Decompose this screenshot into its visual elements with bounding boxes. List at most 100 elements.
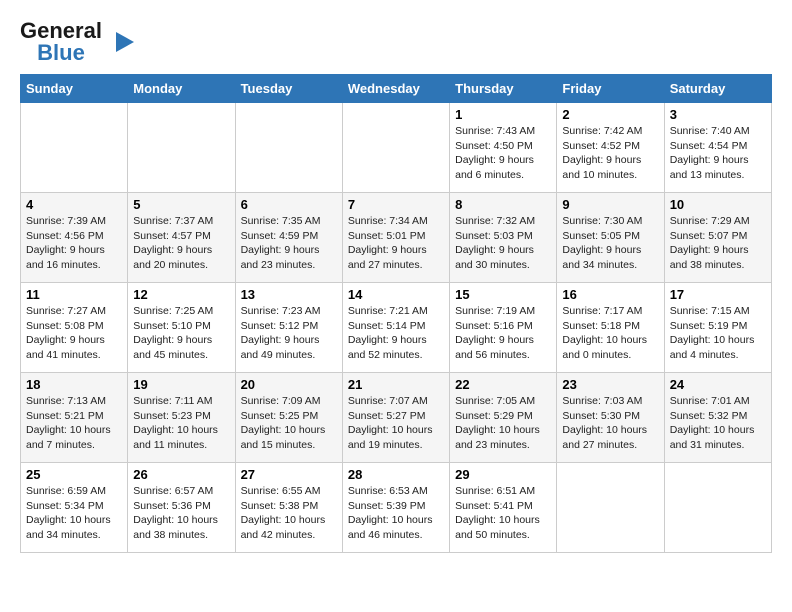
day-info: Sunrise: 7:07 AMSunset: 5:27 PMDaylight:… — [348, 394, 444, 453]
day-number: 28 — [348, 467, 444, 482]
calendar-cell: 22 Sunrise: 7:05 AMSunset: 5:29 PMDayligh… — [450, 373, 557, 463]
calendar-cell: 20 Sunrise: 7:09 AMSunset: 5:25 PMDayligh… — [235, 373, 342, 463]
day-info: Sunrise: 7:42 AMSunset: 4:52 PMDaylight:… — [562, 124, 658, 183]
day-info: Sunrise: 7:13 AMSunset: 5:21 PMDaylight:… — [26, 394, 122, 453]
weekday-header-friday: Friday — [557, 75, 664, 103]
day-info: Sunrise: 7:17 AMSunset: 5:18 PMDaylight:… — [562, 304, 658, 363]
day-number: 20 — [241, 377, 337, 392]
day-info: Sunrise: 7:34 AMSunset: 5:01 PMDaylight:… — [348, 214, 444, 273]
day-number: 7 — [348, 197, 444, 212]
day-number: 22 — [455, 377, 551, 392]
day-number: 12 — [133, 287, 229, 302]
day-info: Sunrise: 7:03 AMSunset: 5:30 PMDaylight:… — [562, 394, 658, 453]
calendar-cell: 26 Sunrise: 6:57 AMSunset: 5:36 PMDayligh… — [128, 463, 235, 553]
day-info: Sunrise: 7:40 AMSunset: 4:54 PMDaylight:… — [670, 124, 766, 183]
day-info: Sunrise: 7:05 AMSunset: 5:29 PMDaylight:… — [455, 394, 551, 453]
calendar-cell: 29Sunrise: 6:51 AMSunset: 5:41 PMDayligh… — [450, 463, 557, 553]
calendar-cell — [664, 463, 771, 553]
day-info: Sunrise: 7:32 AMSunset: 5:03 PMDaylight:… — [455, 214, 551, 273]
calendar-cell: 5 Sunrise: 7:37 AMSunset: 4:57 PMDaylight… — [128, 193, 235, 283]
day-number: 11 — [26, 287, 122, 302]
day-number: 3 — [670, 107, 766, 122]
day-info: Sunrise: 7:15 AMSunset: 5:19 PMDaylight:… — [670, 304, 766, 363]
weekday-header-wednesday: Wednesday — [342, 75, 449, 103]
day-number: 16 — [562, 287, 658, 302]
day-number: 1 — [455, 107, 551, 122]
calendar-cell: 12 Sunrise: 7:25 AMSunset: 5:10 PMDayligh… — [128, 283, 235, 373]
weekday-header-thursday: Thursday — [450, 75, 557, 103]
calendar-cell: 15 Sunrise: 7:19 AMSunset: 5:16 PMDayligh… — [450, 283, 557, 373]
day-info: Sunrise: 7:35 AMSunset: 4:59 PMDaylight:… — [241, 214, 337, 273]
calendar-cell: 18 Sunrise: 7:13 AMSunset: 5:21 PMDayligh… — [21, 373, 128, 463]
weekday-header-monday: Monday — [128, 75, 235, 103]
day-number: 14 — [348, 287, 444, 302]
day-info: Sunrise: 7:27 AMSunset: 5:08 PMDaylight:… — [26, 304, 122, 363]
day-number: 23 — [562, 377, 658, 392]
calendar-cell: 28 Sunrise: 6:53 AMSunset: 5:39 PMDayligh… — [342, 463, 449, 553]
day-number: 17 — [670, 287, 766, 302]
calendar-cell: 17 Sunrise: 7:15 AMSunset: 5:19 PMDayligh… — [664, 283, 771, 373]
calendar-cell: 2 Sunrise: 7:42 AMSunset: 4:52 PMDaylight… — [557, 103, 664, 193]
page-header: General Blue — [20, 20, 772, 64]
calendar-cell — [128, 103, 235, 193]
day-info: Sunrise: 6:57 AMSunset: 5:36 PMDaylight:… — [133, 484, 229, 543]
weekday-header-sunday: Sunday — [21, 75, 128, 103]
calendar-cell: 1 Sunrise: 7:43 AMSunset: 4:50 PMDaylight… — [450, 103, 557, 193]
calendar-table: SundayMondayTuesdayWednesdayThursdayFrid… — [20, 74, 772, 553]
day-number: 29 — [455, 467, 551, 482]
day-number: 26 — [133, 467, 229, 482]
calendar-cell: 8 Sunrise: 7:32 AMSunset: 5:03 PMDaylight… — [450, 193, 557, 283]
day-number: 5 — [133, 197, 229, 212]
day-number: 15 — [455, 287, 551, 302]
day-number: 6 — [241, 197, 337, 212]
day-info: Sunrise: 7:39 AMSunset: 4:56 PMDaylight:… — [26, 214, 122, 273]
calendar-cell: 3 Sunrise: 7:40 AMSunset: 4:54 PMDaylight… — [664, 103, 771, 193]
day-number: 2 — [562, 107, 658, 122]
calendar-cell — [342, 103, 449, 193]
calendar-cell: 6 Sunrise: 7:35 AMSunset: 4:59 PMDaylight… — [235, 193, 342, 283]
day-number: 4 — [26, 197, 122, 212]
weekday-header-tuesday: Tuesday — [235, 75, 342, 103]
calendar-cell: 16 Sunrise: 7:17 AMSunset: 5:18 PMDayligh… — [557, 283, 664, 373]
logo-icon — [106, 28, 134, 56]
day-info: Sunrise: 6:59 AMSunset: 5:34 PMDaylight:… — [26, 484, 122, 543]
calendar-cell: 25Sunrise: 6:59 AMSunset: 5:34 PMDayligh… — [21, 463, 128, 553]
weekday-header-saturday: Saturday — [664, 75, 771, 103]
day-info: Sunrise: 7:21 AMSunset: 5:14 PMDaylight:… — [348, 304, 444, 363]
day-info: Sunrise: 7:09 AMSunset: 5:25 PMDaylight:… — [241, 394, 337, 453]
day-info: Sunrise: 7:19 AMSunset: 5:16 PMDaylight:… — [455, 304, 551, 363]
day-info: Sunrise: 7:01 AMSunset: 5:32 PMDaylight:… — [670, 394, 766, 453]
calendar-cell: 11 Sunrise: 7:27 AMSunset: 5:08 PMDayligh… — [21, 283, 128, 373]
calendar-cell: 7 Sunrise: 7:34 AMSunset: 5:01 PMDaylight… — [342, 193, 449, 283]
day-number: 21 — [348, 377, 444, 392]
day-info: Sunrise: 7:11 AMSunset: 5:23 PMDaylight:… — [133, 394, 229, 453]
calendar-cell: 23 Sunrise: 7:03 AMSunset: 5:30 PMDayligh… — [557, 373, 664, 463]
calendar-cell: 9 Sunrise: 7:30 AMSunset: 5:05 PMDaylight… — [557, 193, 664, 283]
day-info: Sunrise: 7:43 AMSunset: 4:50 PMDaylight:… — [455, 124, 551, 183]
day-info: Sunrise: 7:25 AMSunset: 5:10 PMDaylight:… — [133, 304, 229, 363]
day-info: Sunrise: 7:23 AMSunset: 5:12 PMDaylight:… — [241, 304, 337, 363]
calendar-cell: 10 Sunrise: 7:29 AMSunset: 5:07 PMDayligh… — [664, 193, 771, 283]
calendar-cell — [21, 103, 128, 193]
calendar-cell: 14 Sunrise: 7:21 AMSunset: 5:14 PMDayligh… — [342, 283, 449, 373]
calendar-cell: 19 Sunrise: 7:11 AMSunset: 5:23 PMDayligh… — [128, 373, 235, 463]
logo-blue: Blue — [37, 42, 85, 64]
day-info: Sunrise: 7:29 AMSunset: 5:07 PMDaylight:… — [670, 214, 766, 273]
calendar-cell: 27 Sunrise: 6:55 AMSunset: 5:38 PMDayligh… — [235, 463, 342, 553]
day-number: 9 — [562, 197, 658, 212]
day-number: 8 — [455, 197, 551, 212]
day-info: Sunrise: 6:53 AMSunset: 5:39 PMDaylight:… — [348, 484, 444, 543]
day-number: 10 — [670, 197, 766, 212]
day-number: 18 — [26, 377, 122, 392]
calendar-cell — [557, 463, 664, 553]
day-info: Sunrise: 6:55 AMSunset: 5:38 PMDaylight:… — [241, 484, 337, 543]
calendar-cell: 24Sunrise: 7:01 AMSunset: 5:32 PMDayligh… — [664, 373, 771, 463]
day-info: Sunrise: 7:30 AMSunset: 5:05 PMDaylight:… — [562, 214, 658, 273]
calendar-cell: 4 Sunrise: 7:39 AMSunset: 4:56 PMDaylight… — [21, 193, 128, 283]
calendar-cell: 13 Sunrise: 7:23 AMSunset: 5:12 PMDayligh… — [235, 283, 342, 373]
day-number: 19 — [133, 377, 229, 392]
day-number: 27 — [241, 467, 337, 482]
day-number: 13 — [241, 287, 337, 302]
logo-general: General — [20, 20, 102, 42]
day-info: Sunrise: 7:37 AMSunset: 4:57 PMDaylight:… — [133, 214, 229, 273]
